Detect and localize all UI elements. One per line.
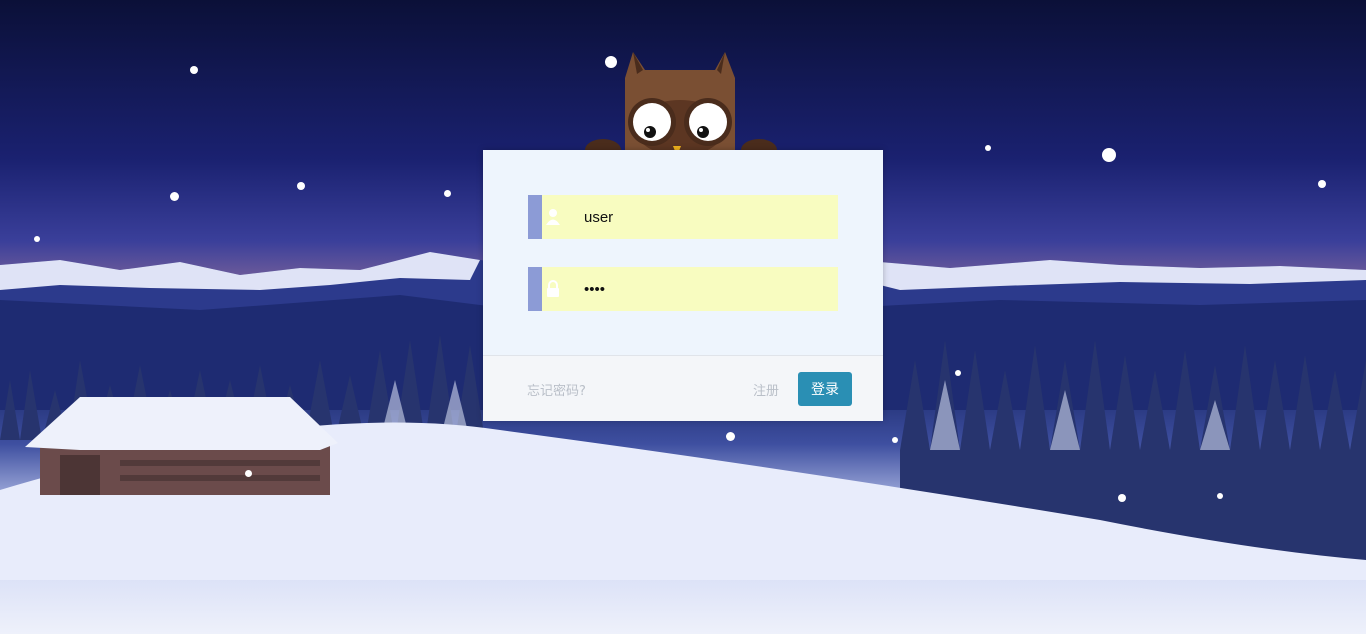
- password-field: [528, 267, 838, 311]
- user-icon: [546, 208, 560, 226]
- snowflake: [297, 182, 305, 190]
- register-link[interactable]: 注册: [753, 380, 779, 399]
- snowflake: [170, 192, 179, 201]
- snowflake: [1318, 180, 1326, 188]
- snowflake: [34, 236, 40, 242]
- field-accent-bar: [528, 195, 542, 239]
- lock-icon: [546, 280, 560, 298]
- snowflake: [1102, 148, 1116, 162]
- snowflake: [245, 470, 252, 477]
- forgot-password-link[interactable]: 忘记密码?: [527, 380, 586, 399]
- login-button[interactable]: 登录: [798, 372, 852, 406]
- snowflake: [1118, 494, 1126, 502]
- snowy-cabin: [25, 397, 338, 495]
- snowflake: [985, 145, 991, 151]
- snowflake: [726, 432, 735, 441]
- field-accent-bar: [528, 267, 542, 311]
- username-field: [528, 195, 838, 239]
- snowflake: [892, 437, 898, 443]
- username-input[interactable]: [584, 195, 824, 239]
- snowflake: [444, 190, 451, 197]
- login-footer: 忘记密码? 注册 登录: [483, 355, 883, 421]
- owl-mascot: [585, 52, 777, 161]
- password-input[interactable]: [584, 267, 824, 311]
- snowflake: [955, 370, 961, 376]
- snowflake: [190, 66, 198, 74]
- snowflake: [1217, 493, 1223, 499]
- login-panel: 忘记密码? 注册 登录: [483, 150, 883, 421]
